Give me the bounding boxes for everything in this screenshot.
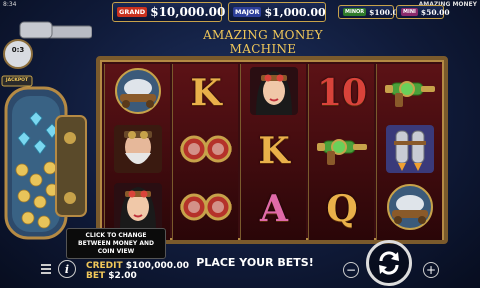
inventor-old-man-icon [110,123,166,179]
reel-symbol: Q [309,180,375,238]
machine-jackpot-label: JACKPOT [5,78,29,83]
reel-symbol [377,180,443,238]
plus-icon: + [425,263,437,277]
reel-symbol: 10 [309,64,375,122]
jackpot-tag: MAJOR [233,7,262,17]
jackpot-tag: GRAND [117,7,148,17]
reel-symbol [377,122,443,180]
steampunk-woman-icon [246,65,302,121]
reels-frame: K K A 10 Q [96,56,448,244]
reel-symbol [377,64,443,122]
spin-button[interactable] [366,240,412,286]
reel-symbol: A [241,180,307,238]
tooltip-text: CLICK TO CHANGE BETWEEN MONEY AND COIN V… [78,232,154,255]
symbol-q: Q [326,188,358,230]
reel-symbol [309,122,375,180]
jackpot-tag: MINI [401,8,418,16]
raygun-icon [381,71,439,115]
jetpack-icon [384,123,436,179]
money-machine-art [1,21,93,240]
bet-label: BET [86,271,106,282]
raygun-icon [313,129,371,173]
reel-symbol [105,122,171,180]
info-icon: i [64,262,70,276]
symbol-a: A [260,188,288,230]
jackpot-value: $50.00 [420,7,450,17]
jackpot-tag: MINOR [343,8,367,16]
reel-3: KA [240,64,306,240]
coin-view-tooltip: CLICK TO CHANGE BETWEEN MONEY AND COIN V… [66,228,166,260]
machine-counter: 0:3 [11,46,25,54]
credit-value: $100,000.00 [125,261,189,271]
info-button[interactable]: i [58,260,76,278]
goggles-icon [178,132,234,170]
money-machine: 0:3 JACKPOT [0,20,93,252]
symbol-k: K [258,130,290,172]
jackpot-mini: MINI $50.00 [396,5,450,19]
minus-icon: − [345,263,357,277]
reel-symbol: K [241,122,307,180]
decrease-bet-button[interactable]: − [343,262,359,278]
reel-symbol [105,64,171,122]
jackpot-minor: MINOR $100.00 [338,5,403,19]
reel-symbol: K [173,64,239,122]
credit-label: CREDIT [86,261,123,271]
bet-value: $2.00 [108,271,137,282]
symbol-10: 10 [316,72,368,114]
steampunk-vehicle-icon [110,66,166,120]
steampunk-vehicle-icon [382,182,438,236]
jackpot-value: $1,000.00 [264,5,326,19]
status-message: PLACE YOUR BETS! [196,256,314,269]
reel-2: K [172,64,238,240]
jackpot-major: MAJOR $1,000.00 [228,2,326,22]
reel-4: 10 Q [308,64,374,240]
spin-arrows-icon [379,251,399,275]
symbol-k: K [190,72,222,114]
clock: 8:34 [3,1,17,8]
game-title: AMAZING MONEY MACHINE [203,28,323,56]
reel-symbol [173,180,239,238]
jackpot-value: $10,000.00 [150,5,226,19]
reel-symbol [241,64,307,122]
goggles-icon [178,190,234,228]
reel-symbol [173,122,239,180]
reel-1 [104,64,170,240]
menu-icon [41,264,51,274]
menu-button[interactable] [40,262,52,276]
balance-panel[interactable]: CREDIT $100,000.00 BET $2.00 [86,261,189,282]
reel-5 [376,64,442,240]
jackpot-grand: GRAND $10,000.00 [112,2,226,22]
increase-bet-button[interactable]: + [423,262,439,278]
